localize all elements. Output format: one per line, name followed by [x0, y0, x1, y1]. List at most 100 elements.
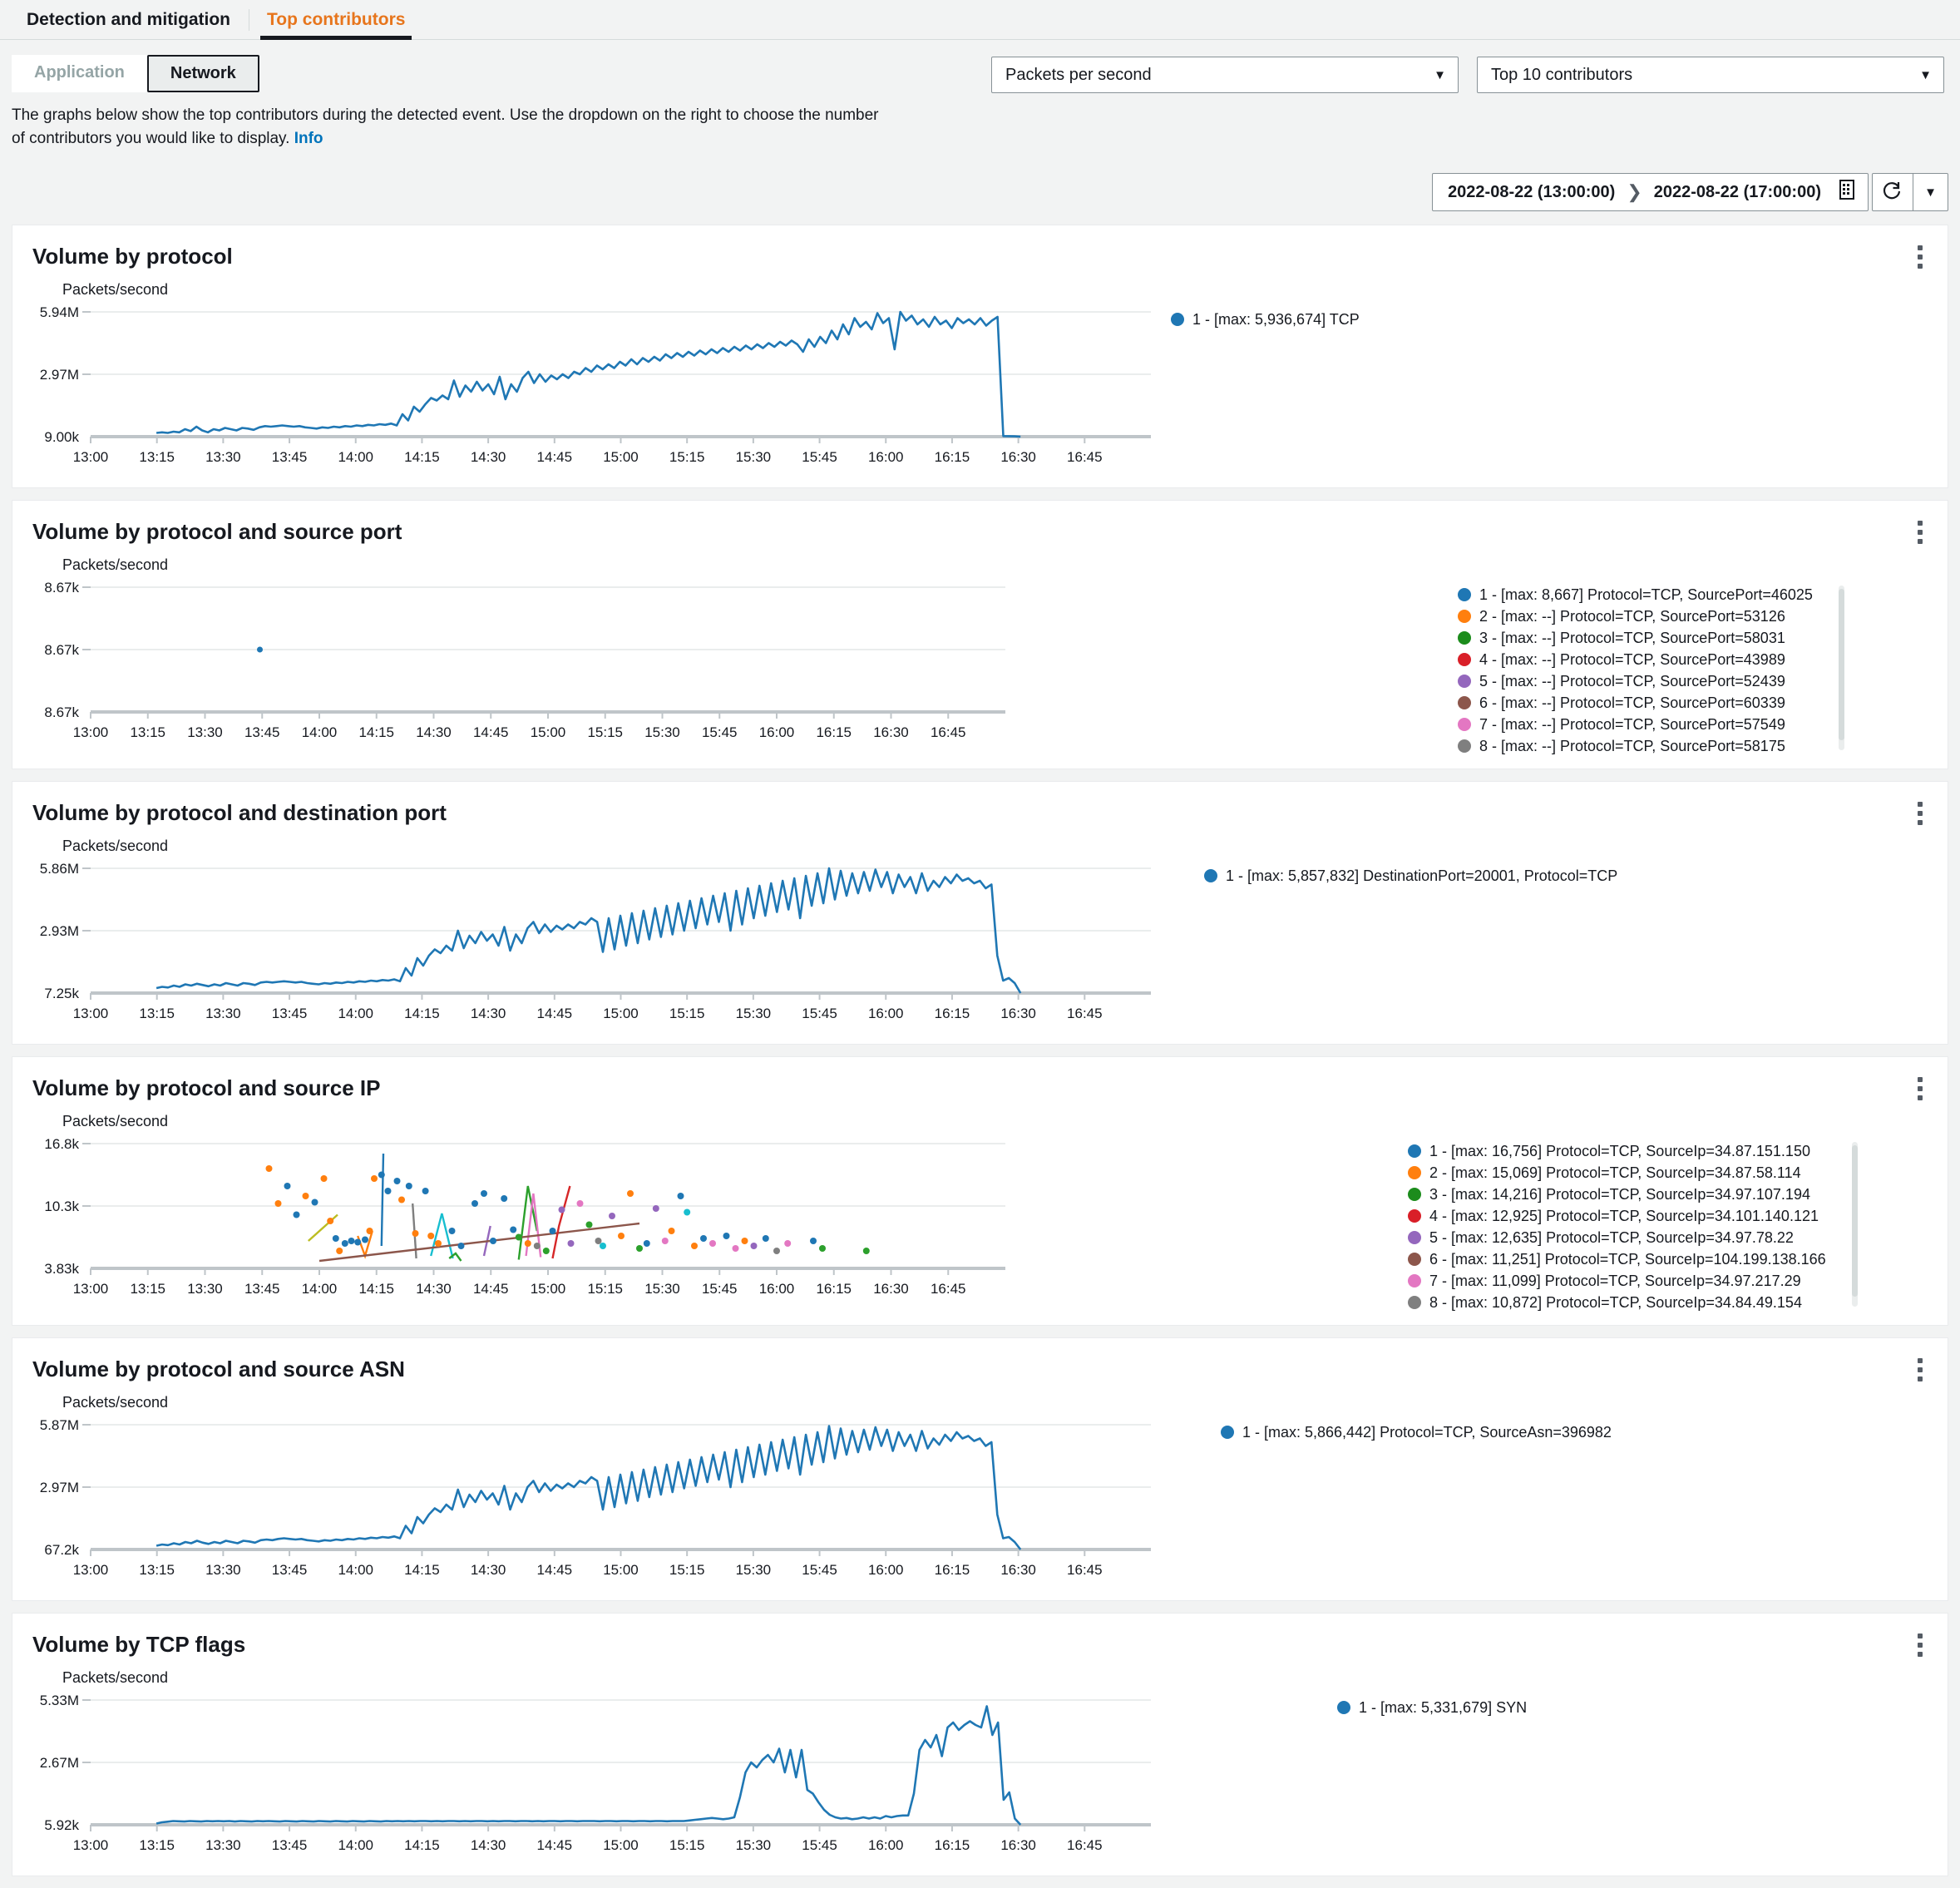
tab-detection-and-mitigation[interactable]: Detection and mitigation [8, 0, 249, 40]
legend-item[interactable]: 2 - [max: 15,069] Protocol=TCP, SourceIp… [1408, 1162, 1826, 1184]
chart-row: 9.00k 2.97M 5.94M 13:00 13:15 13:30 13:45 14:00… [31, 304, 1929, 476]
svg-text:10.3k: 10.3k [44, 1199, 79, 1214]
svg-text:14:30: 14:30 [416, 724, 452, 740]
controls-bar: Application Network The graphs below sho… [0, 40, 1960, 169]
chart-options-menu-icon[interactable] [1909, 1630, 1931, 1660]
legend-scrollbar[interactable] [1838, 586, 1844, 751]
chart-row: 3.83k 10.3k 16.8k 13:00 13:15 13:30 13:45 14:00… [31, 1135, 1929, 1313]
legend-item[interactable]: 4 - [max: 12,925] Protocol=TCP, SourceIp… [1408, 1205, 1826, 1227]
legend-item[interactable]: 1 - [max: 8,667] Protocol=TCP, SourcePor… [1458, 584, 1813, 605]
chart-plot[interactable]: 8.67k 8.67k 8.67k 13:00 13:15 13:30 13:45 14:00… [31, 579, 1012, 751]
tab-top-contributors[interactable]: Top contributors [249, 0, 423, 40]
legend-item[interactable]: 1 - [max: 5,936,674] TCP [1171, 309, 1360, 330]
legend-item[interactable]: 8 - [max: --] Protocol=TCP, SourcePort=5… [1458, 735, 1813, 757]
legend-label: 7 - [max: 11,099] Protocol=TCP, SourceIp… [1429, 1273, 1801, 1290]
legend-item[interactable]: 5 - [max: --] Protocol=TCP, SourcePort=5… [1458, 670, 1813, 692]
svg-text:16:15: 16:15 [816, 1281, 852, 1297]
chevron-down-icon: ▼ [1919, 67, 1932, 82]
contributors-count-select[interactable]: Top 10 contributors ▼ [1477, 57, 1944, 93]
chart-legend: 1 - [max: 5,866,442] Protocol=TCP, Sourc… [1207, 1416, 1612, 1443]
svg-text:14:00: 14:00 [302, 1281, 338, 1297]
svg-text:14:15: 14:15 [404, 1562, 440, 1578]
segment-network[interactable]: Network [146, 55, 259, 92]
svg-text:16:45: 16:45 [931, 1281, 966, 1297]
svg-text:15:15: 15:15 [587, 1281, 623, 1297]
svg-text:15:45: 15:45 [802, 1006, 837, 1021]
chart-plot[interactable]: 67.2k 2.97M 5.87M 13:00 13:15 13:30 13:45 14:00… [31, 1416, 1158, 1589]
legend-item[interactable]: 1 - [max: 16,756] Protocol=TCP, SourceIp… [1408, 1140, 1826, 1162]
legend-item[interactable]: 7 - [max: 11,099] Protocol=TCP, SourceIp… [1408, 1270, 1826, 1292]
legend-item[interactable]: 6 - [max: 11,251] Protocol=TCP, SourceIp… [1408, 1248, 1826, 1270]
svg-text:3.83k: 3.83k [44, 1261, 79, 1277]
legend-swatch-icon [1408, 1209, 1421, 1223]
svg-text:13:45: 13:45 [272, 449, 308, 465]
legend-swatch-icon [1408, 1274, 1421, 1288]
legend-item[interactable]: 7 - [max: --] Protocol=TCP, SourcePort=5… [1458, 714, 1813, 735]
chart-plot[interactable]: 5.92k 2.67M 5.33M 13:00 13:15 13:30 13:45 14:00… [31, 1692, 1158, 1864]
legend-item[interactable]: 1 - [max: 5,857,832] DestinationPort=200… [1204, 865, 1617, 887]
svg-text:16.8k: 16.8k [44, 1136, 79, 1152]
legend-item[interactable]: 5 - [max: 12,635] Protocol=TCP, SourceIp… [1408, 1227, 1826, 1248]
y-axis-label: Packets/second [62, 1113, 169, 1130]
svg-text:13:15: 13:15 [139, 449, 175, 465]
legend-label: 4 - [max: --] Protocol=TCP, SourcePort=4… [1479, 651, 1785, 669]
svg-text:13:15: 13:15 [130, 1281, 165, 1297]
date-range-picker[interactable]: 2022-08-22 (13:00:00) ❯ 2022-08-22 (17:0… [1432, 173, 1869, 212]
svg-text:15:00: 15:00 [603, 1006, 639, 1021]
svg-text:16:00: 16:00 [759, 724, 795, 740]
svg-text:13:15: 13:15 [139, 1006, 175, 1021]
svg-text:14:15: 14:15 [404, 1006, 440, 1021]
svg-text:15:30: 15:30 [736, 1562, 772, 1578]
legend-swatch-icon [1458, 610, 1471, 624]
chart-plot[interactable]: 3.83k 10.3k 16.8k 13:00 13:15 13:30 13:45 14:00… [31, 1135, 1012, 1307]
segment-application[interactable]: Application [12, 55, 147, 92]
chart-options-menu-icon[interactable] [1909, 1074, 1931, 1104]
legend-swatch-icon [1408, 1144, 1421, 1159]
legend-label: 8 - [max: 10,872] Protocol=TCP, SourceIp… [1429, 1294, 1802, 1312]
legend-item[interactable]: 2 - [max: --] Protocol=TCP, SourcePort=5… [1458, 605, 1813, 627]
legend-swatch-icon [1458, 588, 1471, 602]
svg-text:16:30: 16:30 [1000, 1006, 1036, 1021]
legend-label: 8 - [max: --] Protocol=TCP, SourcePort=5… [1479, 738, 1785, 755]
legend-item[interactable]: 3 - [max: --] Protocol=TCP, SourcePort=5… [1458, 627, 1813, 649]
legend-scrollbar[interactable] [1851, 1142, 1858, 1307]
chart-options-menu-icon[interactable] [1909, 1355, 1931, 1385]
legend-label: 5 - [max: --] Protocol=TCP, SourcePort=5… [1479, 673, 1785, 690]
date-range-actions: ▼ [1872, 173, 1948, 212]
legend-item[interactable]: 8 - [max: 10,872] Protocol=TCP, SourceIp… [1408, 1292, 1826, 1313]
date-range-options-button[interactable]: ▼ [1913, 173, 1948, 212]
chart-options-menu-icon[interactable] [1909, 517, 1931, 547]
svg-text:14:30: 14:30 [471, 1562, 506, 1578]
svg-text:2.97M: 2.97M [40, 1480, 79, 1495]
legend-item[interactable]: 4 - [max: --] Protocol=TCP, SourcePort=4… [1458, 649, 1813, 670]
legend-swatch-icon [1458, 653, 1471, 667]
svg-text:16:15: 16:15 [935, 1006, 970, 1021]
y-axis-label: Packets/second [62, 556, 169, 574]
legend-item[interactable]: 1 - [max: 5,331,679] SYN [1337, 1697, 1527, 1718]
date-range-start: 2022-08-22 (13:00:00) [1448, 182, 1616, 201]
svg-text:13:30: 13:30 [205, 1837, 241, 1853]
svg-text:5.94M: 5.94M [40, 304, 79, 320]
metric-select-value: Packets per second [1005, 65, 1152, 84]
svg-text:13:45: 13:45 [244, 724, 280, 740]
metric-select[interactable]: Packets per second ▼ [991, 57, 1459, 93]
chart-panel-volume-by-tcp-flags: Volume by TCP flags Packets/second 5.92k… [12, 1613, 1948, 1877]
svg-text:15:00: 15:00 [531, 1281, 566, 1297]
chart-plot[interactable]: 9.00k 2.97M 5.94M 13:00 13:15 13:30 13:45 14:00… [31, 304, 1158, 476]
svg-text:15:30: 15:30 [736, 449, 772, 465]
legend-swatch-icon [1221, 1426, 1234, 1440]
svg-text:15:00: 15:00 [531, 724, 566, 740]
chart-options-menu-icon[interactable] [1909, 242, 1931, 272]
legend-item[interactable]: 3 - [max: 14,216] Protocol=TCP, SourceIp… [1408, 1184, 1826, 1205]
chart-title: Volume by protocol and destination port [32, 800, 447, 826]
svg-text:2.67M: 2.67M [40, 1755, 79, 1771]
legend-swatch-icon [1458, 696, 1471, 710]
chart-options-menu-icon[interactable] [1909, 798, 1931, 828]
chart-plot[interactable]: 7.25k 2.93M 5.86M 13:00 13:15 13:30 13:45 14:00… [31, 860, 1158, 1032]
refresh-button[interactable] [1872, 173, 1913, 212]
svg-text:15:15: 15:15 [669, 1006, 705, 1021]
legend-swatch-icon [1204, 869, 1217, 883]
info-link[interactable]: Info [294, 130, 323, 147]
legend-item[interactable]: 6 - [max: --] Protocol=TCP, SourcePort=6… [1458, 692, 1813, 714]
legend-item[interactable]: 1 - [max: 5,866,442] Protocol=TCP, Sourc… [1221, 1421, 1612, 1443]
